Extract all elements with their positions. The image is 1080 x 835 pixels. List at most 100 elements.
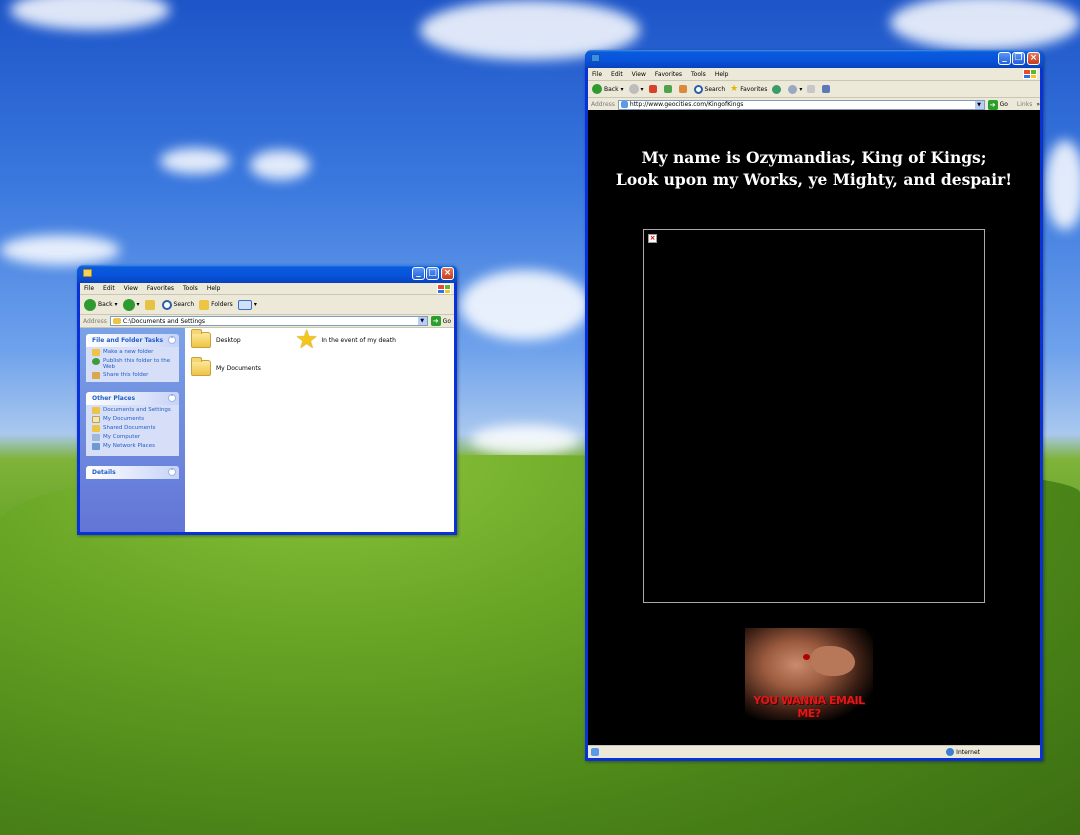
menu-view[interactable]: View (632, 71, 646, 78)
stop-button[interactable] (648, 85, 659, 93)
minimize-button[interactable]: _ (412, 267, 425, 280)
menu-help[interactable]: Help (207, 285, 221, 292)
email-me-gif[interactable]: YOU WANNA EMAIL ME? (745, 628, 873, 720)
url-input[interactable]: http://www.geocities.com/KingofKings ▼ (617, 99, 985, 110)
file-list: Desktop ★ In the event of my death My Doc… (185, 325, 454, 532)
collapse-icon[interactable]: ˄ (168, 394, 176, 402)
explorer-titlebar[interactable]: _ □ × (77, 265, 457, 283)
up-button[interactable] (144, 299, 157, 310)
menu-tools[interactable]: Tools (183, 285, 198, 292)
panel-header[interactable]: Other Places ˄ (86, 392, 179, 405)
views-icon (237, 299, 252, 310)
refresh-icon (663, 85, 672, 93)
menu-help[interactable]: Help (715, 71, 729, 78)
address-input[interactable]: C:\Documents and Settings ▼ (109, 316, 428, 326)
star-icon: ★ (295, 325, 319, 355)
file-folder-tasks-panel: File and Folder Tasks ˄ Make a new folder… (86, 334, 179, 382)
folders-icon (199, 299, 210, 310)
home-icon (678, 85, 687, 93)
maximize-button[interactable]: □ (426, 267, 439, 280)
back-arrow-icon (84, 298, 96, 311)
panel-header[interactable]: File and Folder Tasks ˄ (86, 334, 179, 347)
chevron-down-icon[interactable]: ▼ (417, 317, 427, 325)
explorer-address-bar: Address C:\Documents and Settings ▼ ➔ Go (80, 315, 454, 328)
folder-icon (191, 329, 211, 348)
close-button[interactable]: × (1027, 52, 1040, 65)
media-icon (772, 84, 782, 94)
expand-icon[interactable]: ˅ (168, 468, 176, 476)
file-item-my-documents[interactable]: My Documents (191, 357, 261, 376)
browser-titlebar[interactable]: _ ❐ × (585, 50, 1043, 68)
print-icon (822, 85, 831, 93)
back-button[interactable]: Back ▾ (84, 298, 118, 311)
my-documents-icon (92, 416, 100, 423)
restore-button[interactable]: ❐ (1012, 52, 1025, 65)
file-item-desktop[interactable]: Desktop (191, 329, 241, 348)
favorites-button[interactable]: ★ Favorites (730, 84, 767, 94)
browser-window[interactable]: _ ❐ × File Edit View Favorites Tools Hel… (585, 50, 1043, 761)
page-icon (620, 101, 628, 108)
status-bar: Internet (588, 745, 1040, 758)
history-button[interactable]: ▾ (788, 84, 802, 94)
place-my-documents[interactable]: My Documents (86, 414, 179, 423)
forward-button[interactable]: ▾ (628, 84, 644, 94)
up-folder-icon (144, 299, 155, 310)
folders-button[interactable]: Folders (199, 299, 233, 310)
explorer-toolbar: Back ▾ ▾ Search Folders ▾ (80, 295, 454, 315)
task-new-folder[interactable]: Make a new folder (86, 347, 179, 358)
shared-folder-icon (92, 425, 100, 432)
blood-graphic (803, 654, 810, 660)
zone-label: Internet (956, 748, 980, 756)
panel-header[interactable]: Details ˅ (86, 466, 179, 479)
chevron-down-icon[interactable]: ▼ (974, 100, 984, 109)
home-button[interactable] (678, 85, 689, 93)
folder-icon (112, 318, 121, 324)
print-button[interactable] (822, 85, 832, 93)
collapse-icon[interactable]: ˄ (168, 336, 176, 344)
minimize-button[interactable]: _ (998, 52, 1011, 65)
task-share-folder[interactable]: Share this folder (86, 372, 179, 381)
views-button[interactable]: ▾ (237, 299, 257, 310)
broken-image-icon: × (648, 234, 657, 243)
place-shared-documents[interactable]: Shared Documents (86, 423, 179, 432)
forward-arrow-icon (628, 84, 639, 94)
chevron-right-icon[interactable]: » (1036, 101, 1040, 108)
search-button[interactable]: Search (161, 299, 194, 310)
internet-globe-icon (946, 748, 955, 756)
place-network[interactable]: My Network Places (86, 441, 179, 450)
links-button[interactable]: Links (1017, 101, 1032, 108)
forward-button[interactable]: ▾ (122, 298, 140, 311)
menu-favorites[interactable]: Favorites (147, 285, 174, 292)
folder-icon (191, 357, 211, 376)
task-pane: File and Folder Tasks ˄ Make a new folder… (80, 328, 185, 532)
go-button[interactable]: ➔ Go (987, 99, 1008, 110)
go-arrow-icon: ➔ (430, 316, 441, 326)
page-status-icon (591, 748, 599, 756)
place-documents-settings[interactable]: Documents and Settings (86, 405, 179, 414)
share-icon (92, 372, 100, 379)
menu-file[interactable]: File (84, 285, 94, 292)
place-my-computer[interactable]: My Computer (86, 432, 179, 441)
menu-file[interactable]: File (592, 71, 602, 78)
task-publish-web[interactable]: Publish this folder to the Web (86, 358, 179, 372)
menu-tools[interactable]: Tools (691, 71, 706, 78)
mail-button[interactable] (807, 85, 817, 93)
close-button[interactable]: × (441, 267, 454, 280)
explorer-window[interactable]: _ □ × File Edit View Favorites Tools Hel… (77, 265, 457, 535)
menu-view[interactable]: View (124, 285, 138, 292)
go-button[interactable]: ➔ Go (430, 316, 451, 326)
media-button[interactable] (772, 84, 783, 94)
menu-edit[interactable]: Edit (611, 71, 623, 78)
windows-logo-icon (437, 284, 451, 294)
stop-icon (648, 85, 657, 93)
back-button[interactable]: Back ▾ (592, 84, 624, 94)
search-button[interactable]: Search (693, 84, 725, 94)
refresh-button[interactable] (663, 85, 674, 93)
hand-graphic (811, 646, 855, 676)
menu-edit[interactable]: Edit (103, 285, 115, 292)
mail-icon (807, 85, 816, 93)
menu-favorites[interactable]: Favorites (655, 71, 682, 78)
page-heading-line-2: Look upon my Works, ye Mighty, and despa… (615, 170, 1013, 189)
file-item-death-note[interactable]: ★ In the event of my death (295, 325, 396, 355)
forward-arrow-icon (122, 298, 135, 311)
